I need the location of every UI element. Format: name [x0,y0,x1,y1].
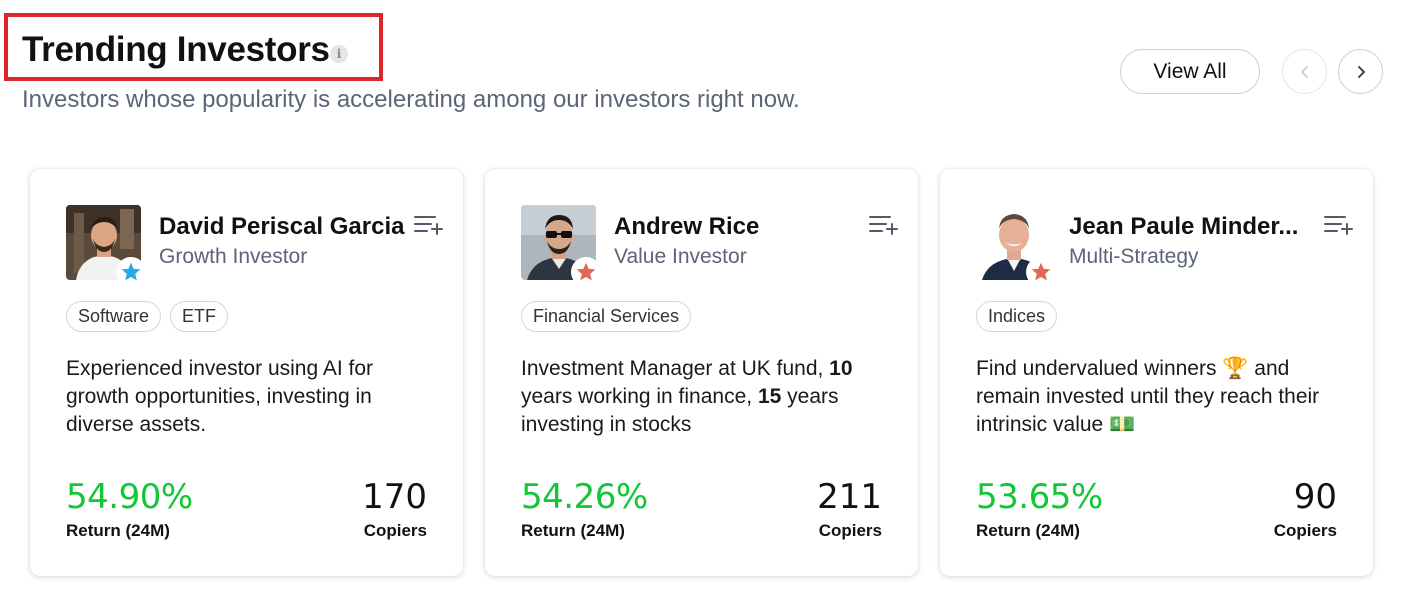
description-bold: 10 [829,357,853,380]
copiers-label: Copiers [818,521,882,540]
investor-name[interactable]: Andrew Rice [614,213,866,241]
description-bold: 15 [757,385,782,408]
description-text: Experienced investor using AI for growth… [66,357,374,436]
copiers-value: 170 [362,477,427,517]
return-label: Return (24M) [66,521,170,540]
investor-description: Find undervalued winners 🏆 and remain in… [976,355,1346,439]
status-badge [571,257,601,287]
investor-description: Experienced investor using AI for growth… [66,355,436,439]
investor-role: Value Investor [614,245,747,268]
add-to-watchlist-icon[interactable] [1324,213,1354,237]
money-icon: 💵 [1109,413,1136,436]
investor-card[interactable]: David Periscal Garcia Growth Investor So… [30,169,463,576]
investor-card[interactable]: Andrew Rice Value Investor Financial Ser… [485,169,918,576]
section-title: Trending Investors [22,30,330,69]
tag[interactable]: ETF [170,301,229,332]
description-text: Investment Manager at UK fund, [521,357,830,380]
copiers-value: 211 [817,477,882,517]
star-icon [576,262,596,281]
investor-role: Multi-Strategy [1069,245,1199,268]
section-subtitle: Investors whose popularity is accelerati… [22,86,800,113]
return-value: 54.90% [66,477,193,517]
investor-name[interactable]: David Periscal Garcia [159,213,411,241]
return-label: Return (24M) [976,521,1080,540]
tag[interactable]: Financial Services [521,301,692,332]
trophy-icon: 🏆 [1222,357,1249,380]
tag-list: Indices [976,301,1058,332]
add-to-watchlist-icon[interactable] [869,213,899,237]
star-icon [121,262,141,281]
tag[interactable]: Indices [976,301,1058,332]
copiers-label: Copiers [363,521,427,540]
tag-list: Financial Services [521,301,692,332]
investor-description: Investment Manager at UK fund, 10 years … [521,355,891,439]
tag-list: Software ETF [66,301,229,332]
description-text: Find undervalued winners [976,357,1223,380]
description-text: years working in finance, [521,385,758,408]
star-icon [1031,262,1051,281]
investor-name[interactable]: Jean Paule Minder... [1069,213,1321,241]
section-header: Trending Investors i Investors whose pop… [0,0,1411,140]
info-icon[interactable]: i [330,45,348,63]
return-value: 54.26% [521,477,648,517]
investor-role: Growth Investor [159,245,308,268]
copiers-label: Copiers [1273,521,1337,540]
status-badge [1026,257,1056,287]
chevron-left-icon [1301,66,1308,78]
tag[interactable]: Software [66,301,162,332]
add-to-watchlist-icon[interactable] [414,213,444,237]
investor-card[interactable]: Jean Paule Minder... Multi-Strategy Indi… [940,169,1373,576]
copiers-value: 90 [1293,477,1337,517]
return-label: Return (24M) [521,521,625,540]
carousel-prev-button[interactable] [1282,49,1327,94]
return-value: 53.65% [976,477,1103,517]
chevron-right-icon [1358,66,1365,78]
carousel-next-button[interactable] [1338,49,1383,94]
status-badge [116,257,146,287]
view-all-button[interactable]: View All [1120,49,1260,94]
